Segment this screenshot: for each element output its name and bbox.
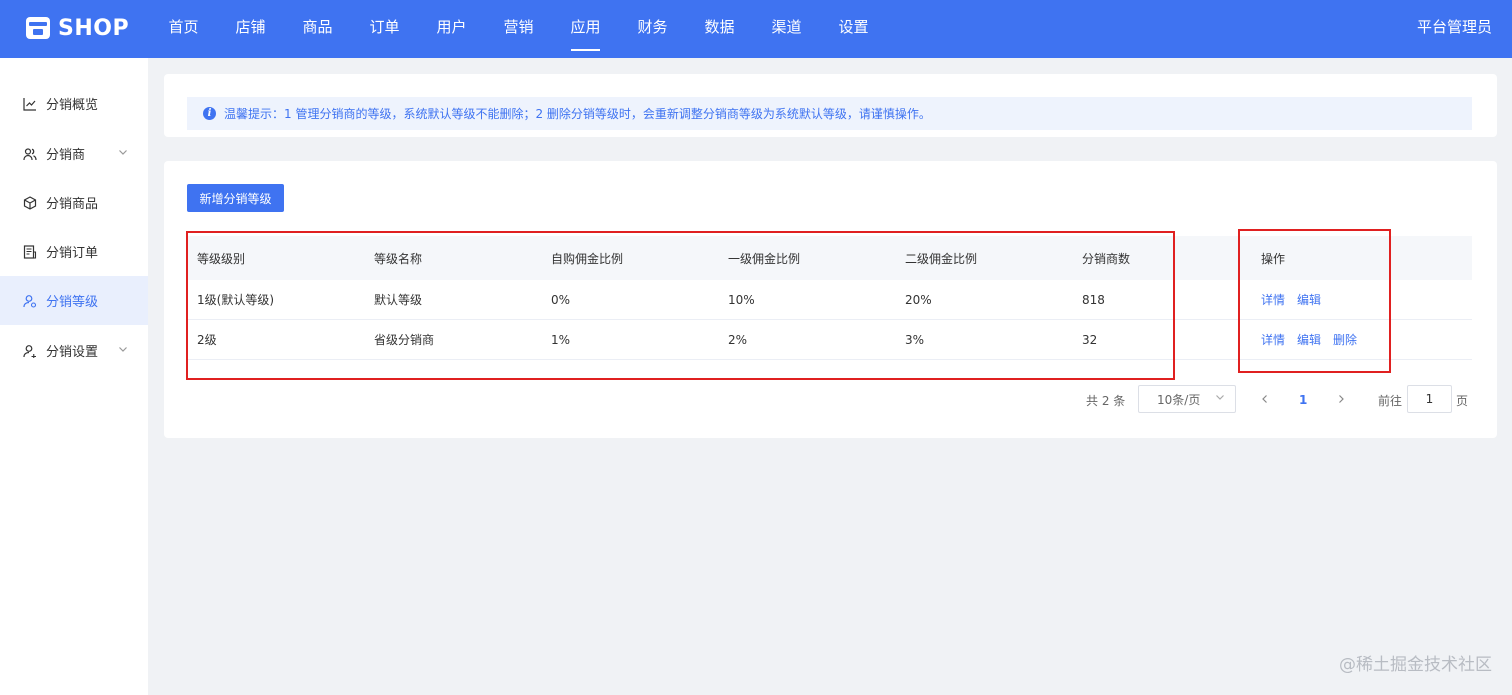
pagination-total: 共 2 条: [1086, 393, 1126, 408]
header-name: 等级名称: [374, 251, 423, 266]
table-row: 1级(默认等级) 默认等级 0% 10% 20% 818 详情 编辑: [187, 280, 1472, 320]
users-icon: [22, 146, 38, 162]
nav-item-marketing[interactable]: 营销: [485, 0, 552, 58]
shop-logo-icon: [26, 17, 50, 39]
tip-alert: i 温馨提示：1 管理分销商的等级，系统默认等级不能删除；2 删除分销等级时，会…: [187, 97, 1472, 130]
logo-text: SHOP: [58, 15, 130, 41]
nav-item-users[interactable]: 用户: [418, 0, 485, 58]
logo[interactable]: SHOP: [26, 12, 129, 44]
sidebar-item-label: 分销概览: [46, 98, 99, 113]
header-second-commission: 二级佣金比例: [905, 251, 978, 266]
cell-first-commission: 10%: [728, 292, 755, 307]
cell-actions: 详情 编辑: [1261, 280, 1333, 319]
page-suffix-label: 页: [1456, 393, 1469, 408]
page-size-value: 10条/页: [1157, 392, 1201, 407]
page-size-select[interactable]: 10条/页: [1138, 385, 1236, 413]
next-page-button[interactable]: [1336, 386, 1346, 414]
level-user-icon: [22, 293, 38, 309]
sidebar-item-products[interactable]: 分销商品: [0, 178, 148, 227]
edit-link[interactable]: 编辑: [1297, 291, 1321, 308]
edit-link[interactable]: 编辑: [1297, 331, 1321, 348]
tip-text: 温馨提示：1 管理分销商的等级，系统默认等级不能删除；2 删除分销等级时，会重新…: [224, 107, 931, 121]
delete-link[interactable]: 删除: [1333, 331, 1357, 348]
goto-page-input[interactable]: 1: [1407, 385, 1452, 413]
chevron-down-icon: [118, 146, 128, 161]
header-level: 等级级别: [197, 251, 246, 266]
table-header: 等级级别 等级名称 自购佣金比例 一级佣金比例 二级佣金比例 分销商数 操作: [187, 236, 1472, 280]
sidebar: 分销概览 分销商 分销商品 分销订单 分销等级 分销设置: [0, 58, 148, 695]
order-icon: [22, 244, 38, 260]
level-list-card: 新增分销等级 等级级别 等级名称 自购佣金比例 一级佣金比例 二级佣金比例 分销…: [164, 161, 1497, 438]
info-icon: i: [203, 107, 216, 120]
cell-level: 2级: [197, 333, 217, 347]
sidebar-item-distributors[interactable]: 分销商: [0, 129, 148, 178]
sidebar-item-overview[interactable]: 分销概览: [0, 79, 148, 128]
goto-label: 前往: [1378, 393, 1403, 408]
page-number-current[interactable]: 1: [1299, 386, 1307, 414]
nav-item-data[interactable]: 数据: [686, 0, 753, 58]
cell-self-commission: 0%: [551, 292, 571, 307]
sidebar-item-orders[interactable]: 分销订单: [0, 227, 148, 276]
header-self-commission: 自购佣金比例: [551, 251, 624, 266]
watermark: @稀土掘金技术社区: [1339, 655, 1492, 675]
nav-item-products[interactable]: 商品: [284, 0, 351, 58]
cell-name: 省级分销商: [374, 333, 435, 347]
nav-item-orders[interactable]: 订单: [351, 0, 418, 58]
sidebar-item-label: 分销商品: [46, 197, 99, 212]
chevron-down-icon: [1215, 392, 1225, 405]
header-actions: 操作: [1261, 251, 1286, 266]
nav-item-apps[interactable]: 应用: [552, 0, 619, 58]
table-row: 2级 省级分销商 1% 2% 3% 32 详情 编辑 删除: [187, 320, 1472, 360]
cell-actions: 详情 编辑 删除: [1261, 320, 1369, 359]
sidebar-item-label: 分销订单: [46, 246, 99, 261]
nav-item-settings[interactable]: 设置: [820, 0, 887, 58]
prev-page-button[interactable]: [1260, 386, 1270, 414]
cell-second-commission: 3%: [905, 332, 925, 347]
cell-distributor-count: 818: [1082, 292, 1105, 307]
chart-line-icon: [22, 96, 38, 112]
sidebar-item-label: 分销等级: [46, 295, 99, 310]
cell-name: 默认等级: [374, 293, 423, 307]
chevron-right-icon: [1336, 393, 1346, 407]
cell-second-commission: 20%: [905, 292, 932, 307]
admin-user-menu[interactable]: 平台管理员: [1417, 0, 1492, 54]
nav-item-home[interactable]: 首页: [150, 0, 217, 58]
box-icon: [22, 195, 38, 211]
nav-item-store[interactable]: 店铺: [217, 0, 284, 58]
user-settings-icon: [22, 343, 38, 359]
cell-level: 1级(默认等级): [197, 293, 274, 307]
nav-item-finance[interactable]: 财务: [619, 0, 686, 58]
add-level-button[interactable]: 新增分销等级: [187, 184, 284, 212]
cell-distributor-count: 32: [1082, 332, 1098, 347]
detail-link[interactable]: 详情: [1261, 331, 1285, 348]
detail-link[interactable]: 详情: [1261, 291, 1285, 308]
main-nav: 首页 店铺 商品 订单 用户 营销 应用 财务 数据 渠道 设置: [150, 0, 887, 58]
tip-card: i 温馨提示：1 管理分销商的等级，系统默认等级不能删除；2 删除分销等级时，会…: [164, 74, 1497, 137]
header-first-commission: 一级佣金比例: [728, 251, 801, 266]
sidebar-item-levels[interactable]: 分销等级: [0, 276, 148, 325]
cell-self-commission: 1%: [551, 332, 571, 347]
nav-item-channels[interactable]: 渠道: [753, 0, 820, 58]
top-navbar: SHOP 首页 店铺 商品 订单 用户 营销 应用 财务 数据 渠道 设置 平台…: [0, 0, 1512, 58]
header-distributor-count: 分销商数: [1082, 251, 1131, 266]
cell-first-commission: 2%: [728, 332, 748, 347]
sidebar-item-label: 分销设置: [46, 345, 99, 360]
sidebar-item-settings[interactable]: 分销设置: [0, 326, 148, 375]
chevron-down-icon: [118, 343, 128, 358]
chevron-left-icon: [1260, 393, 1270, 407]
sidebar-item-label: 分销商: [46, 148, 86, 163]
